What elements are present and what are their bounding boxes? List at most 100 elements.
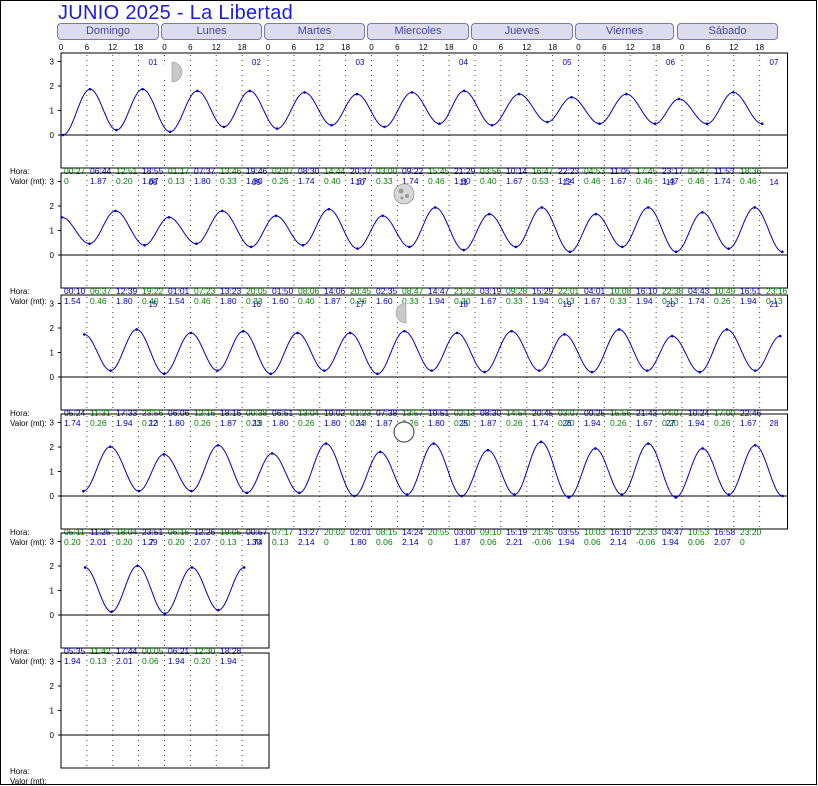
extreme-time-label: 14:24 <box>402 527 424 537</box>
extreme-value-label: 2.07 <box>194 537 211 547</box>
tide-point <box>249 245 253 249</box>
extreme-value-label: 1.87 <box>220 418 237 428</box>
day-number-label: 22 <box>149 419 158 428</box>
day-number-label: 17 <box>356 300 365 309</box>
extreme-time-label: 14:54 <box>506 408 528 418</box>
tide-point <box>781 494 784 498</box>
tide-point <box>136 564 139 568</box>
extreme-time-label: 23:20 <box>740 527 762 537</box>
y-tick-label: 0 <box>50 731 55 740</box>
extreme-value-label: 0.33 <box>376 176 393 186</box>
hora-row-label: Hora: <box>10 767 30 776</box>
extreme-value-label: 0.26 <box>714 296 731 306</box>
extreme-value-label: 2.01 <box>90 537 107 547</box>
extreme-time-label: 08:30 <box>480 408 502 418</box>
tide-point <box>514 245 518 249</box>
tide-point <box>513 493 516 496</box>
tide-point <box>163 612 167 615</box>
tide-point <box>222 125 226 129</box>
tide-point <box>462 89 466 93</box>
extreme-value-label: 1.60 <box>272 296 289 306</box>
extreme-value-label: 1.87 <box>454 537 471 547</box>
extreme-value-label: 1.80 <box>324 418 341 428</box>
valor-row-label: Valor (mt): <box>10 777 47 786</box>
tide-point <box>432 442 435 445</box>
tide-point <box>355 92 359 96</box>
extreme-time-label: 17:45 <box>636 166 658 176</box>
hour-tick-label: 12 <box>108 43 117 52</box>
extreme-value-label: 0.46 <box>688 176 705 186</box>
extreme-time-label: 18:16 <box>220 408 242 418</box>
y-tick-label: 2 <box>50 202 55 211</box>
extreme-time-label: 19:51 <box>428 408 450 418</box>
extreme-time-label: 13:46 <box>220 166 242 176</box>
tide-point <box>598 122 601 126</box>
tide-point <box>486 448 490 452</box>
extreme-time-label: 07:17 <box>272 527 294 537</box>
extreme-value-label: 0.46 <box>636 176 653 186</box>
extreme-value-label: 1.94 <box>636 296 653 306</box>
tide-point <box>137 489 141 493</box>
valor-row-label: Valor (mt): <box>10 657 47 666</box>
tide-point <box>381 214 384 218</box>
extreme-value-label: 0.26 <box>90 418 107 428</box>
hora-row-label: Hora: <box>10 528 30 537</box>
hour-tick-label: 18 <box>341 43 350 52</box>
hour-tick-label: 0 <box>576 43 581 52</box>
tide-point <box>753 206 756 209</box>
tide-point <box>217 608 220 612</box>
extreme-value-label: 1.80 <box>272 418 289 428</box>
tide-point <box>727 247 730 250</box>
extreme-value-label: 0.46 <box>740 176 757 186</box>
tide-point <box>196 89 199 93</box>
tide-point <box>274 214 278 218</box>
extreme-value-label: 0.40 <box>324 176 341 186</box>
extreme-time-label: 03:56 <box>480 166 502 176</box>
tide-point <box>190 566 194 569</box>
extreme-time-label: 06:51 <box>272 408 294 418</box>
extreme-value-label: 1.80 <box>428 418 445 428</box>
extreme-value-label: 0.20 <box>194 656 211 666</box>
tide-point <box>781 250 784 254</box>
tide-point <box>410 91 414 94</box>
extreme-time-label: 06:21 <box>168 646 190 656</box>
extreme-time-label: 13:27 <box>298 527 320 537</box>
day-number-label: 05 <box>563 58 572 67</box>
extreme-time-label: 00:05 <box>142 646 164 656</box>
hour-tick-label: 6 <box>292 43 297 52</box>
tide-point <box>88 87 92 91</box>
extreme-value-label: 0.26 <box>298 418 315 428</box>
tide-point <box>483 370 486 374</box>
extreme-time-label: 18:55 <box>142 166 164 176</box>
extreme-time-label: 06:44 <box>90 166 112 176</box>
hour-tick-label: 18 <box>134 43 143 52</box>
hour-tick-label: 6 <box>602 43 607 52</box>
tide-point <box>269 372 273 376</box>
extreme-value-label: 1.80 <box>350 537 367 547</box>
tide-point <box>460 494 464 498</box>
y-tick-label: 3 <box>50 538 55 547</box>
extreme-time-label: 09:22 <box>402 166 424 176</box>
extreme-value-label: 1.67 <box>480 296 497 306</box>
tide-point <box>760 122 764 126</box>
tide-point <box>405 493 409 496</box>
extreme-time-label: 18:04 <box>116 527 138 537</box>
tide-point <box>167 215 171 219</box>
extreme-value-label: 0.26 <box>714 418 731 428</box>
day-number-label: 02 <box>252 58 261 67</box>
extreme-value-label: 1.80 <box>220 296 237 306</box>
extreme-value-label: 0 <box>324 537 329 547</box>
tide-point <box>60 215 64 219</box>
extreme-time-label: 12:30 <box>194 646 216 656</box>
extreme-time-label: 03:00 <box>454 527 476 537</box>
moon-crater <box>400 196 404 200</box>
extreme-time-label: 09:25 <box>584 408 606 418</box>
extreme-value-label: 0.46 <box>90 296 107 306</box>
extreme-value-label: 0 <box>64 176 69 186</box>
extreme-time-label: 18:36 <box>740 166 762 176</box>
day-number-label: 12 <box>563 178 572 187</box>
tide-point <box>568 250 572 254</box>
tide-point <box>540 206 544 209</box>
extreme-time-label: 02:13 <box>454 408 476 418</box>
extreme-value-label: 1.74 <box>298 176 315 186</box>
